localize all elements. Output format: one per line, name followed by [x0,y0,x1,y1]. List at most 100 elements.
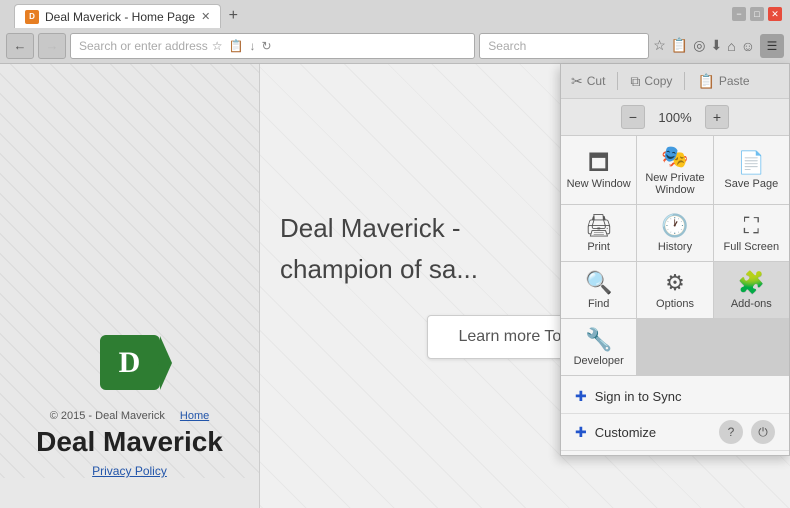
tab-favicon: D [25,10,39,24]
clipboard-icon[interactable]: 📋 [671,37,688,54]
content-area: D © 2015 - Deal Maverick Home Deal Maver… [0,64,790,508]
customize-label: Customize [595,425,656,440]
find-icon: 🔍 [585,272,612,294]
paste-label: Paste [719,74,750,88]
cut-icon: ✂ [571,73,583,90]
find-label: Find [588,298,609,310]
copyright-text: © 2015 - Deal Maverick Home [36,410,223,422]
developer-label: Developer [574,355,624,367]
new-window-icon: 🗖 [588,152,609,174]
refresh-icon[interactable]: ↻ [261,39,271,53]
addons-icon: 🧩 [738,272,765,294]
edit-actions-row: ✂ Cut ⧉ Copy 📋 Paste [561,64,789,99]
menu-button[interactable]: ☰ [760,34,784,58]
address-placeholder: Search or enter address [79,39,208,53]
back-button[interactable]: ← [6,33,34,59]
zoom-row: − 100% + [561,99,789,136]
history-icon: 🕐 [661,215,688,237]
star-icon[interactable]: ☆ [653,37,666,54]
new-private-label: New Private Window [642,172,707,196]
firefox-menu-panel: ✂ Cut ⧉ Copy 📋 Paste − 100% + 🗖 New [560,64,790,456]
new-window-label: New Window [567,178,631,190]
webpage-sidebar: D © 2015 - Deal Maverick Home Deal Maver… [0,64,260,508]
cut-action[interactable]: ✂ Cut [571,73,605,90]
print-item[interactable]: 🖨 Print [561,205,636,261]
title-bar-left: D Deal Maverick - Home Page ✕ + [8,0,251,28]
copy-action[interactable]: ⧉ Copy [630,73,672,90]
sync-icon: ✚ [575,388,587,405]
full-screen-label: Full Screen [724,241,780,253]
paste-action[interactable]: 📋 Paste [697,73,749,90]
full-screen-icon: ⛶ [744,215,759,237]
zoom-level: 100% [655,110,695,125]
options-item[interactable]: ⚙ Options [637,262,712,318]
developer-icon: 🔧 [585,329,612,351]
deal-logo: D [100,335,160,390]
history-item[interactable]: 🕐 History [637,205,712,261]
search-placeholder: Search [488,39,526,53]
site-title: Deal Maverick [36,426,223,458]
navigation-bar: ← → Search or enter address ☆ 📋 ↓ ↻ Sear… [0,28,790,64]
copy-icon: ⧉ [630,73,640,90]
developer-item[interactable]: 🔧 Developer [561,319,636,375]
logo-letter: D [119,346,141,380]
window-controls: − □ ✕ [732,7,782,21]
power-button[interactable]: ⏻ [751,420,775,444]
maximize-button[interactable]: □ [750,7,764,21]
addons-label: Add-ons [731,298,772,310]
title-bar: D Deal Maverick - Home Page ✕ + − □ ✕ [0,0,790,28]
find-item[interactable]: 🔍 Find [561,262,636,318]
sidebar-footer: © 2015 - Deal Maverick Home Deal Maveric… [36,410,223,478]
new-private-icon: 🎭 [661,146,688,168]
address-bar[interactable]: Search or enter address ☆ 📋 ↓ ↻ [70,33,475,59]
customize-icon: ✚ [575,424,587,441]
sign-in-row[interactable]: ✚ Sign in to Sync [561,380,789,414]
logo-shape: D [100,335,160,390]
customize-row[interactable]: ✚ Customize [561,416,705,449]
cut-label: Cut [587,74,606,88]
addons-item[interactable]: 🧩 Add-ons [714,262,789,318]
help-power-row: ? ⏻ [705,414,789,450]
close-button[interactable]: ✕ [768,7,782,21]
active-tab[interactable]: D Deal Maverick - Home Page ✕ [14,4,221,28]
forward-button[interactable]: → [38,33,66,59]
paste-icon: 📋 [697,73,714,90]
new-tab-button[interactable]: + [221,4,245,28]
logo-dot [158,359,166,367]
print-icon: 🖨 [585,215,613,237]
download-icon[interactable]: ↓ [249,39,255,53]
download-bar-icon[interactable]: ⬇ [711,37,723,54]
print-label: Print [587,241,610,253]
home-link[interactable]: Home [180,410,209,422]
privacy-policy-link[interactable]: Privacy Policy [36,464,223,478]
minimize-button[interactable]: − [732,7,746,21]
help-button[interactable]: ? [719,420,743,444]
new-window-item[interactable]: 🗖 New Window [561,136,636,204]
full-screen-item[interactable]: ⛶ Full Screen [714,205,789,261]
tab-close-button[interactable]: ✕ [201,10,210,23]
options-label: Options [656,298,694,310]
copy-label: Copy [644,74,672,88]
home-icon[interactable]: ⌂ [727,38,735,54]
separator-1 [617,72,618,90]
menu-grid: 🗖 New Window 🎭 New Private Window 📄 Save… [561,136,789,376]
address-icons: ☆ 📋 ↓ ↻ [212,39,272,53]
reading-list-icon[interactable]: 📋 [229,39,244,53]
zoom-in-button[interactable]: + [705,105,729,129]
history-label: History [658,241,692,253]
save-page-label: Save Page [724,178,778,190]
new-private-window-item[interactable]: 🎭 New Private Window [637,136,712,204]
tab-strip: D Deal Maverick - Home Page ✕ + [8,0,251,28]
bookmark-star-icon[interactable]: ☆ [212,39,223,53]
search-bar[interactable]: Search [479,33,649,59]
tab-title: Deal Maverick - Home Page [45,10,195,24]
zoom-out-button[interactable]: − [621,105,645,129]
sign-in-label: Sign in to Sync [595,389,682,404]
separator-2 [684,72,685,90]
toolbar-icons: ☆ 📋 ◎ ⬇ ⌂ ☺ ☰ [653,34,784,58]
menu-bottom: ✚ Sign in to Sync ✚ Customize ? ⏻ [561,376,789,455]
save-page-item[interactable]: 📄 Save Page [714,136,789,204]
user-icon[interactable]: ☺ [741,38,755,54]
save-page-icon: 📄 [738,152,765,174]
pocket-icon[interactable]: ◎ [693,37,705,54]
